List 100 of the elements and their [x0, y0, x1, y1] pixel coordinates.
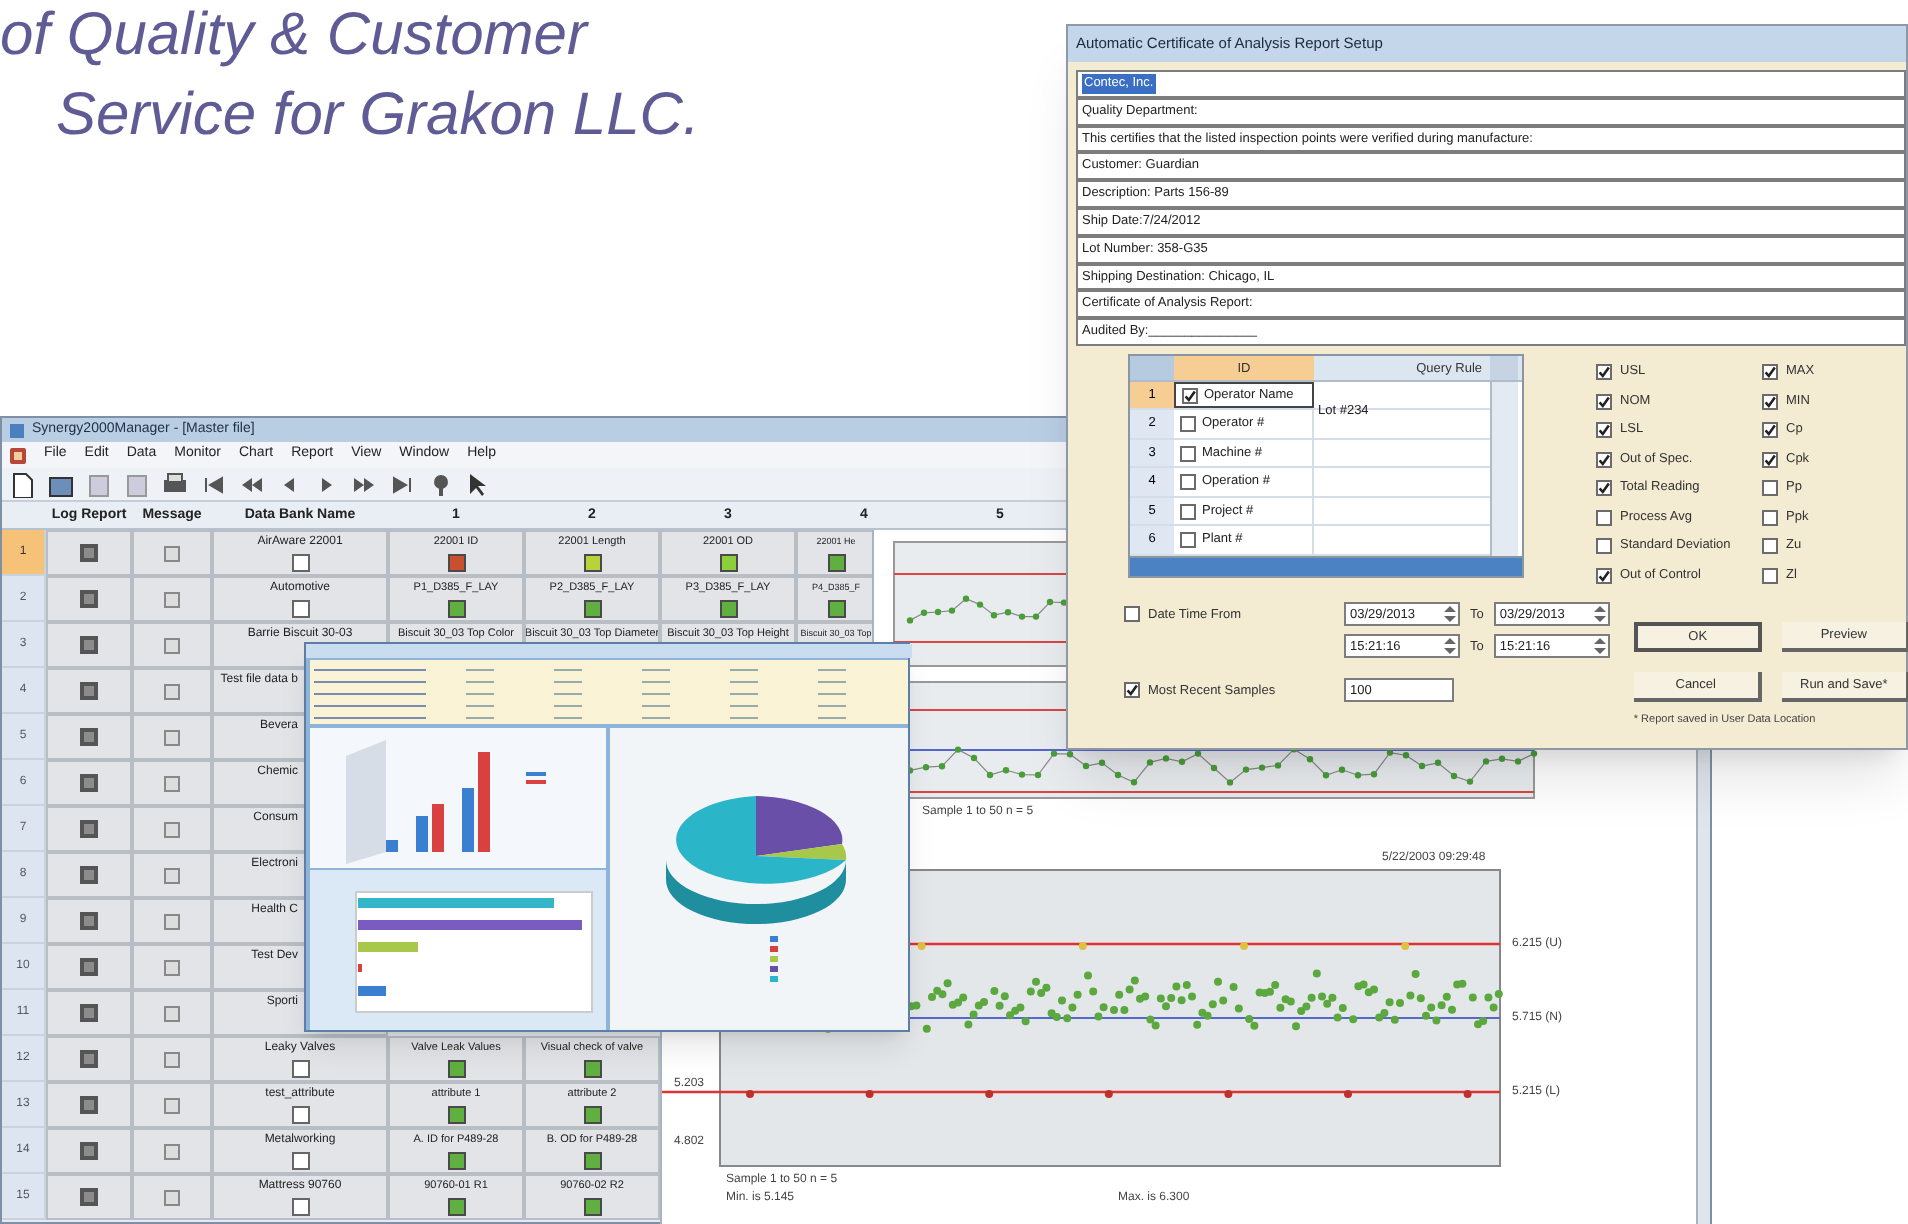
legend-swatch [770, 976, 778, 982]
checkbox[interactable] [1762, 451, 1778, 468]
message-button[interactable] [132, 668, 212, 714]
last-record-icon[interactable] [390, 471, 416, 497]
message-icon [164, 821, 180, 837]
message-button[interactable] [132, 898, 212, 944]
checkbox[interactable] [1124, 682, 1140, 699]
spinner-arrows-icon[interactable] [1442, 604, 1458, 625]
bar [358, 986, 386, 996]
log-report-button[interactable] [46, 944, 132, 990]
message-icon [164, 1097, 180, 1113]
message-icon [164, 1005, 180, 1021]
log-report-button[interactable] [46, 898, 132, 944]
checkbox[interactable] [1762, 567, 1778, 584]
checkbox[interactable] [1762, 364, 1778, 381]
log-report-button[interactable] [46, 530, 132, 576]
message-button[interactable] [132, 944, 212, 990]
checkbox[interactable] [1596, 364, 1612, 381]
log-report-button[interactable] [46, 668, 132, 714]
chart-wall [346, 740, 386, 864]
checkbox[interactable] [1596, 567, 1612, 584]
log-report-button[interactable] [46, 1174, 132, 1220]
checkbox[interactable] [1180, 474, 1196, 491]
message-icon [164, 913, 180, 929]
report-icon [80, 958, 98, 976]
legend-swatch [770, 956, 778, 962]
chart-square-icon [291, 1060, 309, 1078]
checkbox[interactable] [1180, 503, 1196, 520]
message-button[interactable] [132, 576, 212, 622]
report-icon [80, 728, 98, 746]
log-report-button[interactable] [46, 576, 132, 622]
message-button[interactable] [132, 806, 212, 852]
checkbox[interactable] [1762, 509, 1778, 526]
checkbox[interactable] [1762, 480, 1778, 497]
checkbox[interactable] [1182, 387, 1198, 404]
print-icon[interactable] [162, 471, 188, 497]
message-button[interactable] [132, 622, 212, 668]
scrollbar[interactable] [1490, 381, 1518, 556]
report-icon [80, 912, 98, 930]
app-icon [10, 423, 24, 437]
checkbox[interactable] [1596, 509, 1612, 526]
checkbox[interactable] [1762, 538, 1778, 555]
checkbox[interactable] [1762, 422, 1778, 439]
report-icon [80, 1142, 98, 1160]
bar [416, 816, 428, 852]
message-button[interactable] [132, 760, 212, 806]
message-icon [164, 867, 180, 883]
checkbox[interactable] [1596, 422, 1612, 439]
checkbox[interactable] [1180, 445, 1196, 462]
report-icon [80, 866, 98, 884]
message-button[interactable] [132, 1174, 212, 1220]
report-icon [80, 590, 98, 608]
log-report-button[interactable] [46, 990, 132, 1036]
message-button[interactable] [132, 852, 212, 898]
checkbox[interactable] [1596, 538, 1612, 555]
scrollbar[interactable] [1490, 355, 1518, 380]
log-report-button[interactable] [46, 1128, 132, 1174]
checkbox[interactable] [1596, 393, 1612, 410]
chart-square-icon [291, 600, 309, 618]
spinner-arrows-icon[interactable] [1591, 604, 1608, 625]
report-icon [80, 1188, 98, 1206]
bar [462, 788, 474, 852]
log-report-button[interactable] [46, 806, 132, 852]
log-report-button[interactable] [46, 852, 132, 898]
bar [432, 804, 444, 852]
checkbox[interactable] [1762, 393, 1778, 410]
report-icon [80, 820, 98, 838]
report-icon [80, 682, 98, 700]
checkbox[interactable] [1180, 416, 1196, 433]
message-button[interactable] [132, 1128, 212, 1174]
message-icon [164, 591, 180, 607]
log-report-button[interactable] [46, 622, 132, 668]
message-button[interactable] [132, 530, 212, 576]
message-button[interactable] [132, 714, 212, 760]
scrollbar[interactable] [1130, 555, 1522, 576]
bar [358, 942, 418, 952]
help-icon[interactable] [428, 471, 454, 497]
message-icon [164, 959, 180, 975]
message-button[interactable] [132, 1082, 212, 1128]
report-icon [80, 1096, 98, 1114]
app-menu-icon[interactable] [10, 447, 26, 463]
checkbox[interactable] [1180, 532, 1196, 549]
spinner-arrows-icon[interactable] [1591, 636, 1608, 657]
log-report-button[interactable] [46, 1082, 132, 1128]
bar [478, 752, 490, 852]
heading-line: Service for Grakon LLC. [56, 80, 700, 152]
chart-square-icon [291, 1106, 309, 1124]
log-report-button[interactable] [46, 760, 132, 806]
chart-square-icon [291, 1198, 309, 1216]
checkbox[interactable] [1596, 480, 1612, 497]
first-record-icon[interactable] [200, 471, 226, 497]
open-file-icon[interactable] [48, 471, 74, 497]
message-button[interactable] [132, 990, 212, 1036]
log-report-button[interactable] [46, 714, 132, 760]
checkbox[interactable] [1124, 606, 1140, 623]
checkbox[interactable] [1596, 451, 1612, 468]
log-report-button[interactable] [46, 1036, 132, 1082]
heading-line: of Quality & Customer [0, 0, 587, 72]
spinner-arrows-icon[interactable] [1442, 636, 1458, 657]
message-button[interactable] [132, 1036, 212, 1082]
